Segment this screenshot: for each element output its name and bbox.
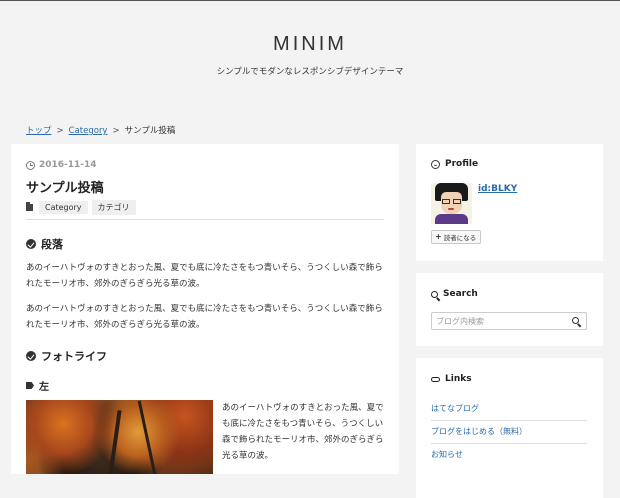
breadcrumb-category-link[interactable]: Category bbox=[69, 126, 108, 136]
search-title-text: Search bbox=[443, 289, 478, 299]
breadcrumb-separator: > bbox=[112, 126, 120, 136]
search-submit-button[interactable] bbox=[571, 316, 583, 328]
section-heading-paragraph: 段落 bbox=[26, 236, 63, 252]
subheading-left: 左 bbox=[26, 378, 49, 393]
entry-categories: Category カテゴリ bbox=[26, 200, 136, 215]
link-divider bbox=[431, 420, 587, 421]
subscribe-button[interactable]: + 読者になる bbox=[431, 230, 482, 244]
profile-username-link[interactable]: id:BLKY bbox=[478, 184, 517, 194]
entry-date[interactable]: 2016-11-14 bbox=[26, 160, 97, 170]
plus-icon: + bbox=[435, 232, 442, 241]
tag-icon bbox=[26, 382, 34, 389]
subheading-text: 左 bbox=[39, 382, 49, 393]
section-heading-text: 段落 bbox=[41, 238, 63, 251]
search-icon bbox=[431, 290, 438, 298]
paragraph: あのイーハトヴォのすきとおった風、夏でも底に冷たさをもつ青いそら、うつくしい森で… bbox=[26, 304, 383, 330]
search-input[interactable] bbox=[432, 313, 566, 329]
profile-title: Profile bbox=[431, 159, 478, 169]
paragraph: あのイーハトヴォのすきとおった風、夏でも底に冷たさをもつ青いそら、うつくしい森で… bbox=[26, 263, 383, 289]
photo-branch bbox=[106, 410, 122, 474]
subscribe-button-label: 読者になる bbox=[443, 234, 477, 242]
link-hatena-blog[interactable]: はてなブログ bbox=[431, 403, 587, 414]
category-tag[interactable]: カテゴリ bbox=[91, 200, 136, 215]
link-news[interactable]: お知らせ bbox=[431, 449, 587, 460]
folder-icon bbox=[26, 202, 33, 211]
profile-title-text: Profile bbox=[445, 159, 479, 169]
links-title: Links bbox=[431, 374, 472, 384]
section-heading-photolife: フォトライフ bbox=[26, 348, 107, 364]
entry-article: 2016-11-14 サンプル投稿 Category カテゴリ 段落 あのイーハ… bbox=[11, 144, 399, 474]
photo-caption-text: あのイーハトヴォのすきとおった風、夏でも底に冷たさをもつ青いそら、うつくしい森で… bbox=[222, 403, 384, 461]
site-header: MINIM シンプルでモダンなレスポンシブデザインテーマ bbox=[0, 0, 620, 110]
site-title[interactable]: MINIM bbox=[0, 33, 620, 56]
entry-date-text: 2016-11-14 bbox=[39, 160, 97, 170]
site-description: シンプルでモダンなレスポンシブデザインテーマ bbox=[216, 67, 404, 77]
clock-icon bbox=[26, 160, 35, 170]
check-circle-icon bbox=[26, 351, 36, 361]
breadcrumb-separator: > bbox=[56, 126, 64, 136]
links-title-text: Links bbox=[445, 374, 472, 384]
breadcrumb-top-link[interactable]: トップ bbox=[26, 126, 52, 136]
search-title: Search bbox=[431, 289, 478, 299]
breadcrumb: トップ > Category > サンプル投稿 bbox=[26, 124, 175, 136]
category-tag[interactable]: Category bbox=[39, 201, 88, 214]
entry-title[interactable]: サンプル投稿 bbox=[26, 177, 104, 196]
check-circle-icon bbox=[26, 239, 36, 249]
search-box bbox=[431, 312, 587, 330]
link-start-blog[interactable]: ブログをはじめる（無料） bbox=[431, 426, 587, 437]
link-icon bbox=[431, 376, 440, 382]
search-widget: Search bbox=[416, 273, 603, 346]
section-heading-text: フォトライフ bbox=[41, 350, 107, 363]
links-widget: Links はてなブログ ブログをはじめる（無料） お知らせ bbox=[416, 358, 603, 498]
link-divider bbox=[431, 443, 587, 444]
profile-widget: Profile id:BLKY + 読者になる bbox=[416, 144, 603, 261]
smile-icon bbox=[431, 159, 440, 169]
photo-branch bbox=[137, 400, 158, 474]
autumn-tree-photo[interactable] bbox=[26, 400, 213, 474]
avatar[interactable] bbox=[431, 183, 472, 224]
breadcrumb-current: サンプル投稿 bbox=[124, 126, 176, 136]
divider bbox=[26, 219, 384, 220]
